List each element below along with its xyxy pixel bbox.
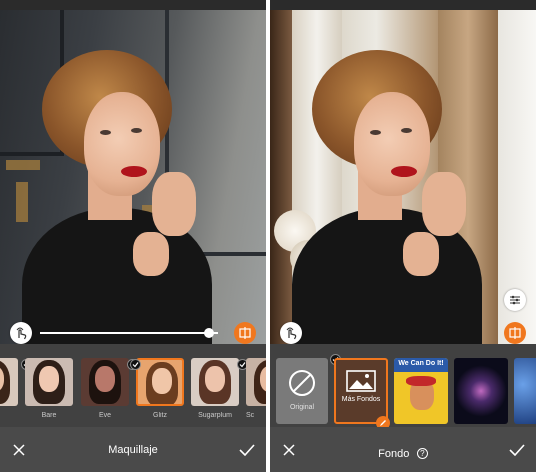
background-original[interactable]: Original [276, 358, 328, 424]
subject-eye [370, 130, 381, 135]
background-panel: Original Más Fondos We Can Do It! Fondo … [270, 0, 536, 472]
compare-hand-icon [286, 327, 297, 340]
edit-background-button[interactable] [376, 416, 390, 427]
preset-thumb-glitz[interactable] [136, 358, 184, 406]
compare-hand-icon [16, 327, 27, 340]
panel-title: Fondo [378, 448, 410, 460]
edit-pencil-icon [380, 420, 386, 426]
subject-face [84, 92, 160, 196]
check-icon [509, 444, 525, 456]
split-view-button[interactable] [234, 322, 256, 344]
split-view-icon [239, 327, 251, 339]
apply-button[interactable] [508, 441, 526, 459]
check-icon [239, 444, 255, 456]
subject-hand [422, 172, 466, 236]
preset-thumb[interactable] [246, 358, 266, 406]
background-label: Original [289, 404, 315, 411]
check-icon [132, 362, 139, 368]
adjust-sliders-icon [510, 295, 520, 305]
image-placeholder-icon [346, 370, 376, 392]
intensity-slider-thumb[interactable] [204, 328, 215, 338]
compare-button[interactable] [280, 322, 302, 344]
subject-hand [403, 232, 439, 276]
status-bar [270, 0, 536, 10]
split-view-button[interactable] [504, 322, 526, 344]
check-icon [239, 362, 246, 368]
background-more[interactable]: Más Fondos [334, 358, 388, 424]
background-nebula[interactable] [514, 358, 536, 424]
subject-eye [131, 128, 142, 133]
compare-button[interactable] [10, 322, 32, 344]
curtain [270, 10, 292, 344]
subject-lips [121, 166, 147, 177]
preset-thumb[interactable] [0, 358, 18, 406]
preset-label: Sugarplum [198, 412, 232, 419]
subject-face [354, 92, 430, 196]
info-icon[interactable]: ? [416, 448, 428, 459]
makeup-panel: Bare Eve Glitz Sugarplum Sc Maquillaje [0, 0, 266, 472]
apply-button[interactable] [238, 441, 256, 459]
status-bar [0, 0, 266, 10]
no-background-icon [289, 370, 315, 396]
gold-sign [16, 182, 28, 222]
bottom-toolbar: Maquillaje [0, 427, 266, 472]
subject-hand [133, 232, 169, 276]
panel-title: Maquillaje [108, 444, 158, 456]
subject-eye [401, 128, 412, 133]
check-badge [130, 359, 141, 370]
poster-text: We Can Do It! [398, 360, 444, 367]
preset-thumb-sugarplum[interactable] [191, 358, 239, 406]
panel-title-group: Fondo ? [270, 444, 536, 462]
preset-label: Bare [41, 412, 57, 419]
makeup-preset-strip: Bare Eve Glitz Sugarplum Sc [0, 344, 266, 427]
photo-preview[interactable] [270, 10, 536, 344]
photo-preview[interactable] [0, 10, 266, 344]
subject-lips [391, 166, 417, 177]
preset-thumb-bare[interactable] [25, 358, 73, 406]
preset-label: Glitz [153, 412, 167, 419]
preset-thumb-eve[interactable] [81, 358, 129, 406]
split-view-icon [509, 327, 521, 339]
intensity-slider[interactable] [40, 332, 218, 334]
preset-label: Sc [246, 412, 255, 419]
gold-sign [6, 160, 40, 170]
subject-eye [100, 130, 111, 135]
background-label: Más Fondos [341, 396, 381, 403]
background-option-strip: Original Más Fondos We Can Do It! [270, 344, 536, 427]
adjust-button[interactable] [504, 289, 526, 311]
bottom-toolbar: Fondo ? [270, 427, 536, 472]
preset-label: Eve [98, 412, 112, 419]
background-galaxy[interactable] [454, 358, 508, 424]
subject-hand [152, 172, 196, 236]
background-we-can-do-it[interactable]: We Can Do It! [394, 358, 448, 424]
